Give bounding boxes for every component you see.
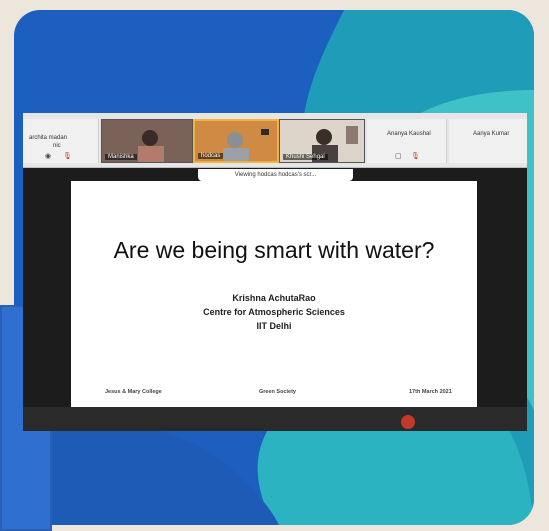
participant-name: Manishka (105, 154, 137, 160)
slide-title: Are we being smart with water? (113, 237, 435, 263)
mic-muted-icon: 🎙 (411, 153, 420, 160)
participant-strip: archita madan nic ◉ 🎙 Manishka hodcas Kh… (23, 113, 527, 168)
shared-slide: Are we being smart with water? Krishna A… (71, 181, 477, 407)
participant-sub: nic (53, 143, 61, 149)
participant-tile[interactable]: Ananya Kaushal ▢ 🎙 (367, 119, 447, 163)
camera-off-icon: ◉ (45, 153, 52, 160)
slide-footer-right: 17th March 2021 (409, 389, 452, 395)
slide-author-line: IIT Delhi (256, 321, 292, 331)
camera-off-icon: ▢ (395, 153, 402, 160)
participant-name: archita madan (29, 135, 68, 141)
participant-tile[interactable]: Aanya Kumar (449, 119, 527, 163)
participant-name: hodcas (198, 153, 224, 159)
participant-tile[interactable]: Khushi Sehgal (279, 119, 365, 163)
participant-name: Ananya Kaushal (387, 131, 431, 137)
record-icon[interactable] (401, 415, 415, 429)
slide-footer-left: Jesus & Mary College (105, 389, 162, 395)
participant-tile[interactable]: archita madan nic ◉ 🎙 (23, 119, 99, 163)
slide-footer-center: Green Society (259, 389, 296, 395)
participant-name: Aanya Kumar (473, 131, 510, 137)
participant-tile[interactable]: Manishka (101, 119, 193, 163)
viewing-banner[interactable]: Viewing hodcas hodcas's scr... (198, 169, 353, 181)
zoom-window: archita madan nic ◉ 🎙 Manishka hodcas Kh… (23, 113, 527, 431)
slide-author-line: Centre for Atmospheric Sciences (203, 307, 345, 317)
mic-muted-icon: 🎙 (63, 153, 72, 160)
participant-name: Khushi Sehgal (283, 154, 328, 160)
participant-tile-active[interactable]: hodcas (193, 119, 279, 163)
slide-author-line: Krishna AchutaRao (232, 293, 316, 303)
meeting-toolbar (23, 407, 527, 431)
